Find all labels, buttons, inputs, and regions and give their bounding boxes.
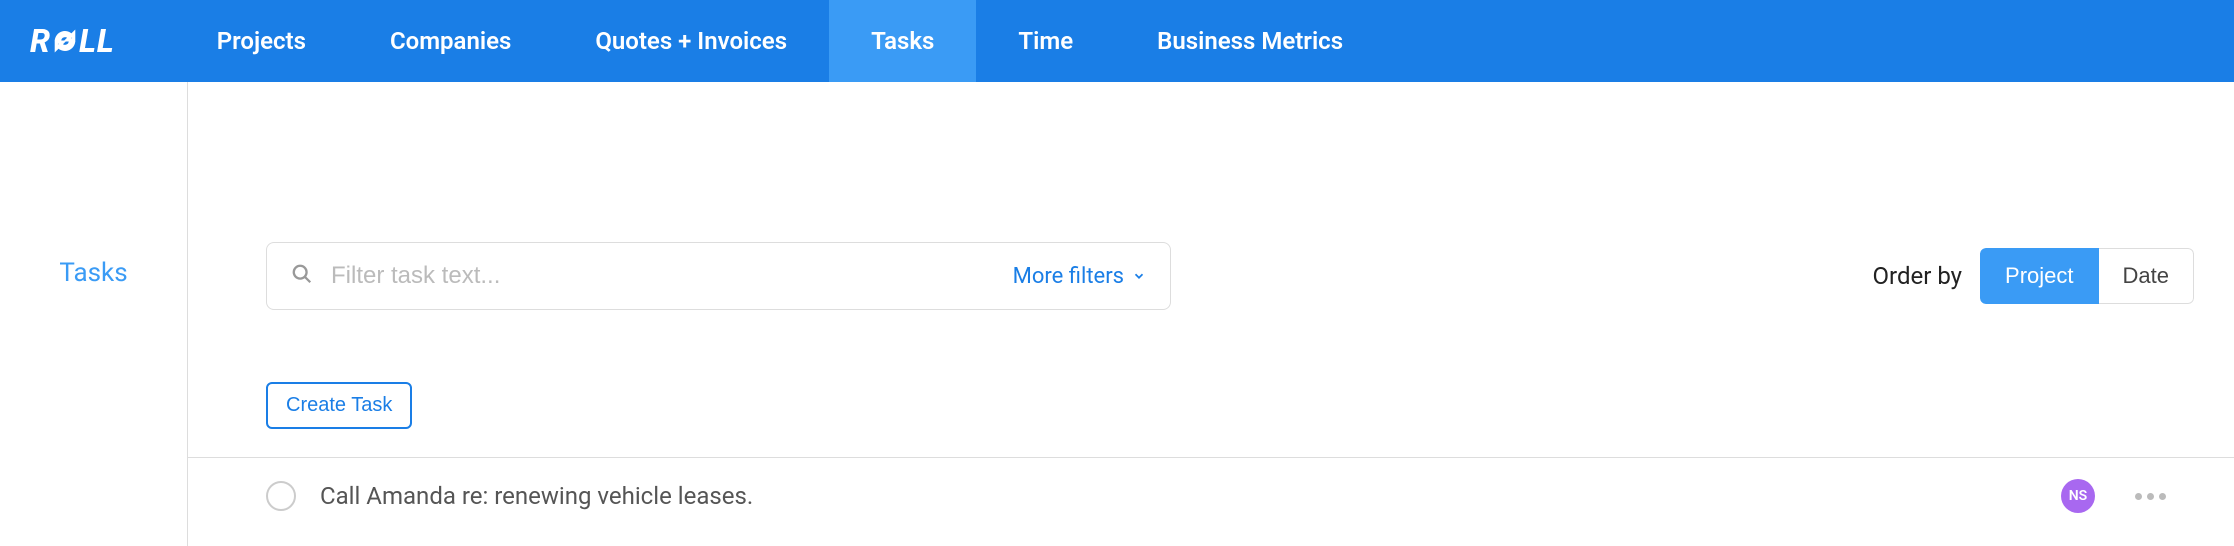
brand-logo[interactable]: RLL [30,22,115,60]
task-checkbox[interactable] [266,481,296,511]
search-icon [291,263,313,289]
task-row-left: Call Amanda re: renewing vehicle leases. [266,481,753,511]
content-area: Tasks More filters Order by Project Date [0,82,2234,546]
create-task-button[interactable]: Create Task [266,382,412,429]
order-by-project-button[interactable]: Project [1980,248,2098,304]
nav-item-tasks[interactable]: Tasks [829,0,976,82]
sidebar: Tasks [0,82,188,546]
nav-item-projects[interactable]: Projects [175,0,348,82]
main-nav: Projects Companies Quotes + Invoices Tas… [175,0,1385,82]
nav-item-time[interactable]: Time [976,0,1115,82]
filter-box: More filters [266,242,1171,310]
task-row: Call Amanda re: renewing vehicle leases.… [266,457,2194,513]
top-navbar: RLL Projects Companies Quotes + Invoices… [0,0,2234,82]
nav-item-quotes-invoices[interactable]: Quotes + Invoices [553,0,829,82]
nav-item-companies[interactable]: Companies [348,0,553,82]
order-by-label: Order by [1873,262,1962,290]
brand-logo-text: RLL [30,22,115,60]
order-by-group: Order by Project Date [1873,248,2194,304]
filter-row: More filters Order by Project Date [266,242,2194,310]
main-panel: More filters Order by Project Date Creat… [188,82,2234,546]
chevron-down-icon [1132,269,1146,283]
order-by-date-button[interactable]: Date [2099,248,2194,304]
assignee-avatar[interactable]: NS [2061,479,2095,513]
refresh-icon [52,28,78,54]
nav-item-business-metrics[interactable]: Business Metrics [1115,0,1385,82]
filter-input[interactable] [331,262,1013,290]
task-text: Call Amanda re: renewing vehicle leases. [320,482,753,510]
task-row-right: NS [2061,479,2194,513]
more-filters-label: More filters [1013,264,1124,289]
order-by-buttons: Project Date [1980,248,2194,304]
divider [188,457,2234,458]
more-options-icon[interactable] [2127,485,2174,508]
sidebar-title: Tasks [0,258,187,288]
more-filters-button[interactable]: More filters [1013,264,1146,289]
